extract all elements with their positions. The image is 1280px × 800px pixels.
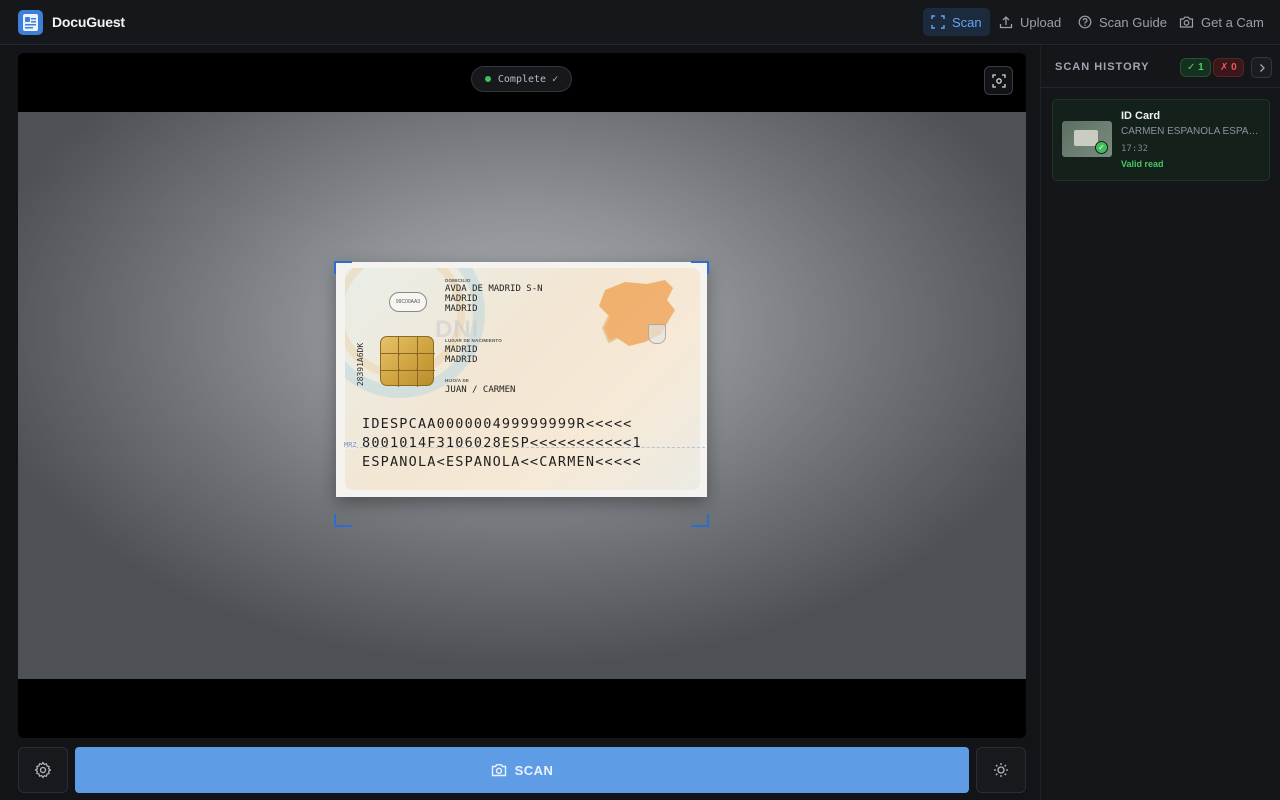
- upload-icon: [999, 16, 1013, 29]
- mrz-line-3: ESPANOLA<ESPANOLA<<CARMEN<<<<<: [362, 454, 642, 470]
- history-header: SCAN HISTORY ✓ 1 ✗ 0: [1041, 46, 1280, 88]
- card-padres: JUAN / CARMEN: [445, 385, 516, 395]
- mrz-tag: MRZ: [344, 441, 357, 449]
- mrz-line-1: IDESPCAA000000499999999R<<<<<: [362, 416, 633, 432]
- card-lugar: MADRID MADRID: [445, 345, 478, 365]
- camera-icon: [1179, 16, 1194, 28]
- scan-button[interactable]: SCAN: [75, 747, 969, 793]
- guide-corner-bottom-right: [691, 514, 709, 527]
- card-padres-label: HIJO/A DE: [445, 378, 470, 383]
- history-item-type: ID Card: [1121, 110, 1161, 122]
- status-dot: [484, 76, 491, 82]
- card-equipo: 28391A6DK: [356, 342, 366, 386]
- guide-corner-top-right: [691, 261, 709, 274]
- id-card-image: DNI 99C00AA3 28391A6DK DOMICILIO AVDA DE…: [336, 262, 707, 497]
- app-name: DocuGuest: [52, 14, 125, 30]
- scan-history-panel: SCAN HISTORY ✓ 1 ✗ 0 ✓ ID Card CARMEN ES…: [1040, 46, 1280, 800]
- guide-corner-top-left: [334, 261, 352, 274]
- top-bar: DocuGuest Scan Upload Scan Guide Get a C…: [0, 0, 1280, 45]
- card-stamp: 99C00AA3: [389, 292, 427, 312]
- mrz-line-2: 8001014F3106028ESP<<<<<<<<<<<1: [362, 435, 642, 451]
- app-logo-icon: [18, 10, 43, 35]
- nav-upload-label: Upload: [1020, 14, 1062, 30]
- success-check-icon: ✓: [1095, 141, 1108, 154]
- chip-icon: [380, 336, 435, 387]
- help-circle-icon: [1078, 15, 1092, 29]
- coat-of-arms-icon: [648, 324, 666, 344]
- card-domicilio: AVDA DE MADRID S-N MADRID MADRID: [445, 284, 543, 314]
- brightness-button[interactable]: [976, 747, 1026, 793]
- nav-upload[interactable]: Upload: [991, 8, 1069, 36]
- focus-button[interactable]: [984, 66, 1013, 95]
- nav-scan-label: Scan: [952, 14, 982, 30]
- history-item[interactable]: ✓ ID Card CARMEN ESPANOLA ESPANOLA 17:32…: [1052, 99, 1270, 181]
- scan-button-label: SCAN: [514, 762, 554, 778]
- collapse-history-button[interactable]: [1251, 57, 1272, 78]
- history-item-status: Valid read: [1121, 159, 1164, 169]
- camera-icon: [491, 764, 506, 777]
- nav-scan[interactable]: Scan: [923, 8, 990, 36]
- nav-scan-guide-label: Scan Guide: [1099, 14, 1167, 30]
- camera-feed: DNI 99C00AA3 28391A6DK DOMICILIO AVDA DE…: [18, 112, 1026, 679]
- scan-status-text: Complete ✓: [497, 73, 559, 85]
- chevron-right-icon: [1259, 63, 1265, 72]
- nav-get-a-cam[interactable]: Get a Cam: [1171, 8, 1272, 36]
- scan-status-pill: Complete ✓: [471, 66, 572, 92]
- history-title: SCAN HISTORY: [1055, 61, 1150, 73]
- sun-icon: [994, 763, 1008, 777]
- nav-scan-guide[interactable]: Scan Guide: [1070, 8, 1175, 36]
- nav-get-a-cam-label: Get a Cam: [1201, 14, 1264, 30]
- error-count-badge: ✗ 0: [1213, 58, 1244, 77]
- card-domicilio-label: DOMICILIO: [445, 278, 471, 283]
- camera-viewport: Complete ✓ DNI 99C00AA3 28391A6DK DOMICI…: [18, 53, 1026, 738]
- mrz-guide-line: [345, 447, 705, 448]
- guide-corner-bottom-left: [334, 514, 352, 527]
- spain-map-icon: [599, 280, 675, 346]
- settings-button[interactable]: [18, 747, 68, 793]
- history-item-time: 17:32: [1121, 144, 1149, 154]
- card-lugar-label: LUGAR DE NACIMIENTO: [445, 338, 502, 343]
- scan-frame-icon: [931, 15, 945, 29]
- history-item-name: CARMEN ESPANOLA ESPANOLA: [1121, 126, 1263, 137]
- gear-icon: [34, 761, 52, 779]
- success-count-badge: ✓ 1: [1180, 58, 1211, 77]
- focus-icon: [991, 73, 1006, 88]
